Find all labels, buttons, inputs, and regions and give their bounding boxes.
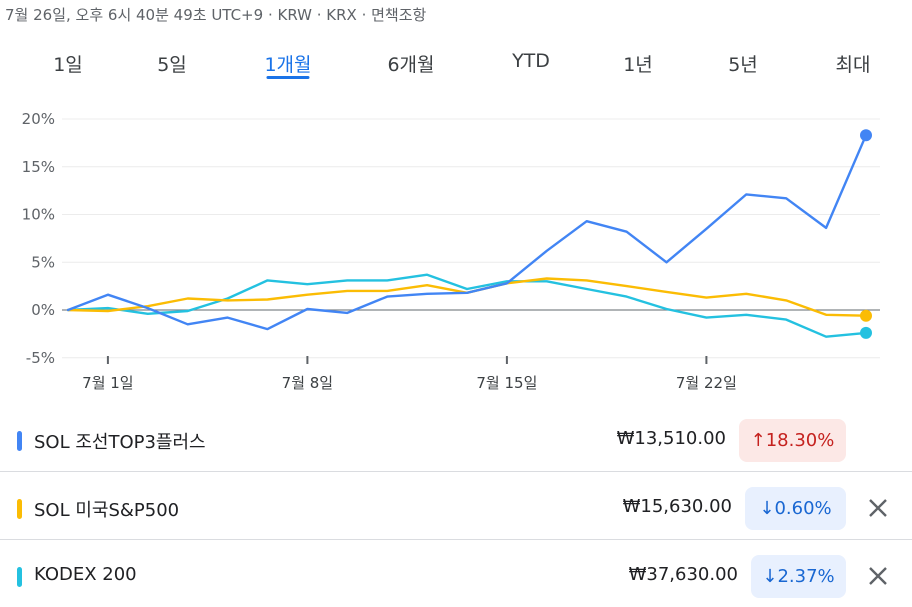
tab-label: 1개월 (264, 54, 312, 76)
arrow-down-icon: ↓ (762, 566, 778, 587)
holding-row-sol-sp500[interactable]: SOL 미국S&P500 ₩15,630.00 ↓0.60% (0, 472, 912, 539)
y-tick-label: 20% (22, 110, 55, 128)
close-icon[interactable] (866, 496, 890, 520)
change-value: 18.30% (765, 430, 835, 451)
tab-label: 6개월 (387, 54, 435, 76)
y-tick-label: 5% (31, 253, 55, 271)
holding-price: ₩13,510.00 (616, 428, 726, 449)
series-line (66, 273, 868, 338)
series-end-point (860, 309, 872, 322)
series-color-swatch (17, 431, 22, 451)
change-badge: ↓0.60% (745, 487, 846, 530)
series-color-swatch (17, 567, 22, 587)
change-value: 2.37% (777, 566, 835, 587)
holding-price: ₩37,630.00 (628, 564, 738, 585)
tab-5-day[interactable]: 5일 (157, 50, 187, 77)
tab-1-month[interactable]: 1개월 (264, 50, 312, 79)
holding-name: SOL 미국S&P500 (34, 500, 180, 521)
x-tick-label: 7월 1일 (82, 374, 133, 392)
tab-label: 1년 (623, 54, 653, 76)
arrow-up-icon: ↑ (750, 430, 766, 451)
tab-1-day[interactable]: 1일 (53, 50, 83, 77)
holding-price: ₩15,630.00 (622, 496, 732, 517)
series-color-swatch (17, 499, 22, 519)
range-tabs: 1일 5일 1개월 6개월 YTD 1년 5년 최대 (0, 50, 912, 90)
holding-name: KODEX 200 (34, 564, 137, 585)
active-tab-indicator (266, 76, 310, 79)
series-line (66, 134, 868, 331)
tab-label: YTD (512, 50, 550, 72)
tab-max[interactable]: 최대 (836, 50, 871, 77)
holding-row-kodex-200[interactable]: KODEX 200 ₩37,630.00 ↓2.37% (0, 540, 912, 607)
y-tick-label: 0% (31, 301, 55, 319)
x-tick-label: 7월 8일 (282, 374, 333, 392)
change-badge: ↓2.37% (751, 555, 846, 598)
tab-1-year[interactable]: 1년 (623, 50, 653, 77)
tab-5-year[interactable]: 5년 (728, 50, 758, 77)
tab-label: 5일 (157, 54, 187, 76)
y-tick-label: -5% (26, 349, 55, 367)
x-tick-label: 7월 22일 (676, 374, 737, 392)
close-icon[interactable] (866, 564, 890, 588)
arrow-down-icon: ↓ (759, 498, 775, 519)
change-badge: ↑18.30% (739, 419, 846, 462)
y-tick-label: 15% (22, 158, 55, 176)
tab-label: 1일 (53, 54, 83, 76)
comparison-line-chart[interactable]: 20% 15% 10% 5% 0% -5% 7월 1일 7월 8일 7월 15일 7월 22일 (0, 100, 912, 400)
y-tick-label: 10% (22, 206, 55, 224)
series-end-point (860, 326, 872, 339)
tab-ytd[interactable]: YTD (512, 50, 550, 72)
tab-6-month[interactable]: 6개월 (387, 50, 434, 77)
holding-name: SOL 조선TOP3플러스 (34, 432, 206, 453)
series-end-point (860, 129, 872, 142)
tab-label: 최대 (835, 54, 871, 76)
x-tick-label: 7월 15일 (476, 374, 537, 392)
change-value: 0.60% (774, 498, 832, 519)
tab-label: 5년 (728, 54, 758, 76)
market-meta-text: 7월 26일, 오후 6시 40분 49초 UTC+9 · KRW · KRX … (5, 6, 427, 24)
holding-row-sol-shipbuilding[interactable]: SOL 조선TOP3플러스 ₩13,510.00 ↑18.30% (0, 404, 912, 471)
